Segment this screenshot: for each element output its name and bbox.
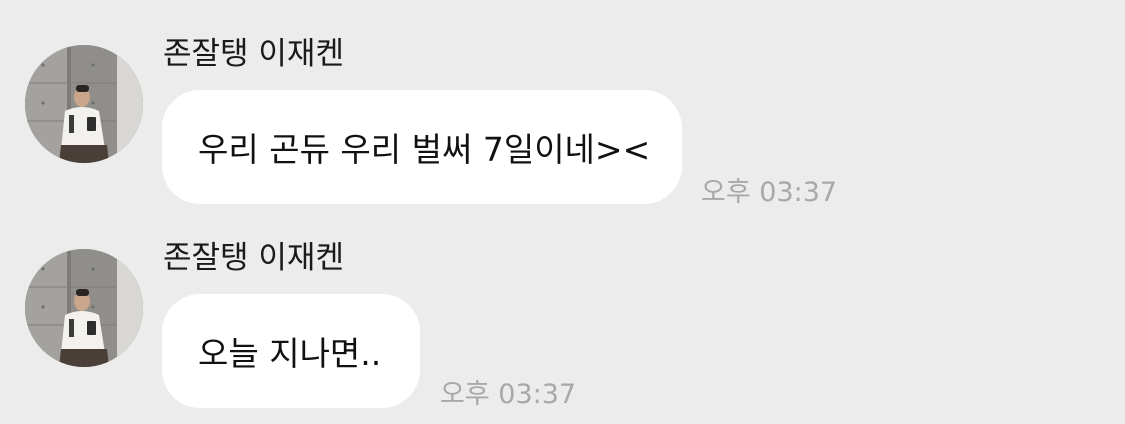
message-text: 오늘 지나면.. [198,334,382,373]
message-timestamp: 오후 03:37 [701,177,838,208]
sender-name: 존잘탱 이재켄 [163,36,344,72]
avatar[interactable] [25,249,143,367]
message-bubble[interactable]: 우리 곤듀 우리 벌써 7일이네>< [162,90,682,204]
message-group: 존잘탱 이재켄 오늘 지나면.. 오후 03:37 [0,206,1125,424]
message-timestamp: 오후 03:37 [440,379,577,410]
message-bubble[interactable]: 오늘 지나면.. [162,294,420,408]
sender-name: 존잘탱 이재켄 [163,240,344,276]
profile-photo-icon [25,249,143,367]
avatar[interactable] [25,45,143,163]
message-text: 우리 곤듀 우리 벌써 7일이네>< [198,130,651,169]
profile-photo-icon [25,45,143,163]
message-group: 존잘탱 이재켄 우리 곤듀 우리 벌써 7일이네>< 오후 03:37 [0,0,1125,212]
